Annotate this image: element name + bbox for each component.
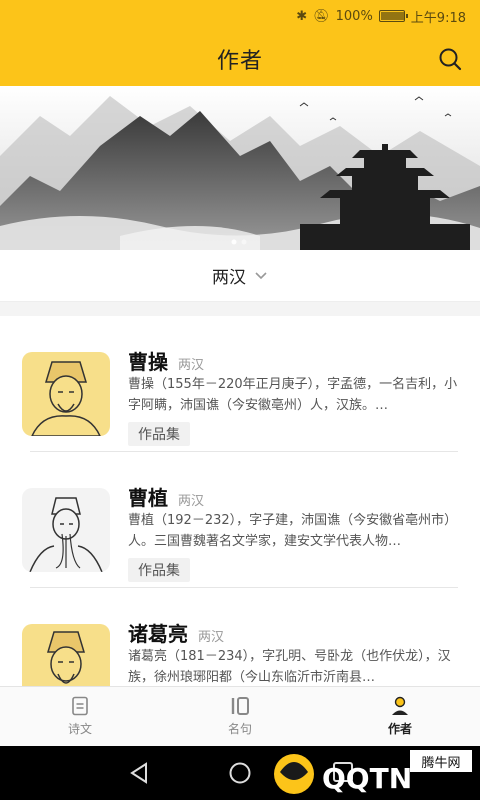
author-name-row: 曹植 两汉 xyxy=(128,482,204,511)
app-screen: ✱ 🔕︎ 100% 上午9:18 作者 两汉 曹操 两汉 曹操（155年－220… xyxy=(0,0,480,800)
author-list: 曹操 两汉 曹操（155年－220年正月庚子），字孟德，一名吉利，小字阿瞒，沛国… xyxy=(0,316,480,686)
watermark-brand: QQTN xyxy=(322,762,412,795)
author-card[interactable]: 曹植 两汉 曹植（192－232），字子建，沛国谯（今安徽省亳州市）人。三国曹魏… xyxy=(0,452,480,588)
page-title: 作者 xyxy=(216,49,263,74)
works-button[interactable]: 作品集 xyxy=(128,422,190,446)
author-portrait xyxy=(22,624,110,686)
person-icon xyxy=(392,696,408,715)
author-portrait xyxy=(22,352,110,436)
document-icon xyxy=(72,696,88,716)
back-icon[interactable] xyxy=(128,761,150,785)
watermark-tag: 腾牛网 xyxy=(421,755,460,771)
tab-label: 诗文 xyxy=(67,722,92,736)
watermark-logo: QQTN 腾牛网 xyxy=(274,750,472,795)
author-name-row: 曹操 两汉 xyxy=(128,346,204,375)
status-bar: ✱ 🔕︎ 100% 上午9:18 xyxy=(0,0,480,32)
section-divider xyxy=(0,302,480,316)
chevron-down-icon xyxy=(255,271,267,279)
banner-image[interactable] xyxy=(0,86,480,250)
ink-landscape-illustration xyxy=(0,86,480,250)
tab-label: 名句 xyxy=(227,722,252,736)
author-name[interactable]: 曹操 xyxy=(128,346,168,375)
battery-percent: 100% xyxy=(335,8,373,24)
dynasty-selected-label: 两汉 xyxy=(212,268,246,288)
author-dynasty: 两汉 xyxy=(178,358,205,373)
quote-icon xyxy=(231,697,249,715)
tab-quotes[interactable]: 名句 xyxy=(160,687,320,746)
tab-label: 作者 xyxy=(387,722,412,736)
works-button[interactable]: 作品集 xyxy=(128,558,190,582)
author-bio: 曹植（192－232），字子建，沛国谯（今安徽省亳州市）人。三国曹魏著名文学家，… xyxy=(128,513,458,549)
author-card[interactable]: 诸葛亮 两汉 诸葛亮（181－234），字孔明、号卧龙（也作伏龙），汉族，徐州琅… xyxy=(0,588,480,686)
author-bio: 曹操（155年－220年正月庚子），字孟德，一名吉利，小字阿瞒，沛国谯（今安徽亳… xyxy=(128,377,458,413)
clock: 上午9:18 xyxy=(410,10,466,26)
mute-icon: 🔕︎ xyxy=(313,8,330,24)
search-icon[interactable] xyxy=(436,45,464,73)
dynasty-selector[interactable]: 两汉 xyxy=(0,250,480,302)
author-dynasty: 两汉 xyxy=(198,630,225,645)
author-portrait xyxy=(22,488,110,572)
bluetooth-icon: ✱ xyxy=(296,8,308,24)
tab-poems[interactable]: 诗文 xyxy=(0,687,160,746)
author-dynasty: 两汉 xyxy=(178,494,205,509)
watermark: QQTN 腾牛网 xyxy=(260,748,474,798)
author-card[interactable]: 曹操 两汉 曹操（155年－220年正月庚子），字孟德，一名吉利，小字阿瞒，沛国… xyxy=(0,316,480,452)
author-bio: 诸葛亮（181－234），字孔明、号卧龙（也作伏龙），汉族，徐州琅琊阳都（今山东… xyxy=(128,649,451,685)
author-name[interactable]: 诸葛亮 xyxy=(128,618,188,647)
bottom-tab-bar: 诗文 名句 作者 xyxy=(0,686,480,746)
author-name[interactable]: 曹植 xyxy=(128,482,168,511)
author-name-row: 诸葛亮 两汉 xyxy=(128,618,224,647)
battery-icon xyxy=(378,10,408,22)
app-header: 作者 xyxy=(0,32,480,86)
home-icon[interactable] xyxy=(228,761,252,785)
tab-authors[interactable]: 作者 xyxy=(320,687,480,746)
